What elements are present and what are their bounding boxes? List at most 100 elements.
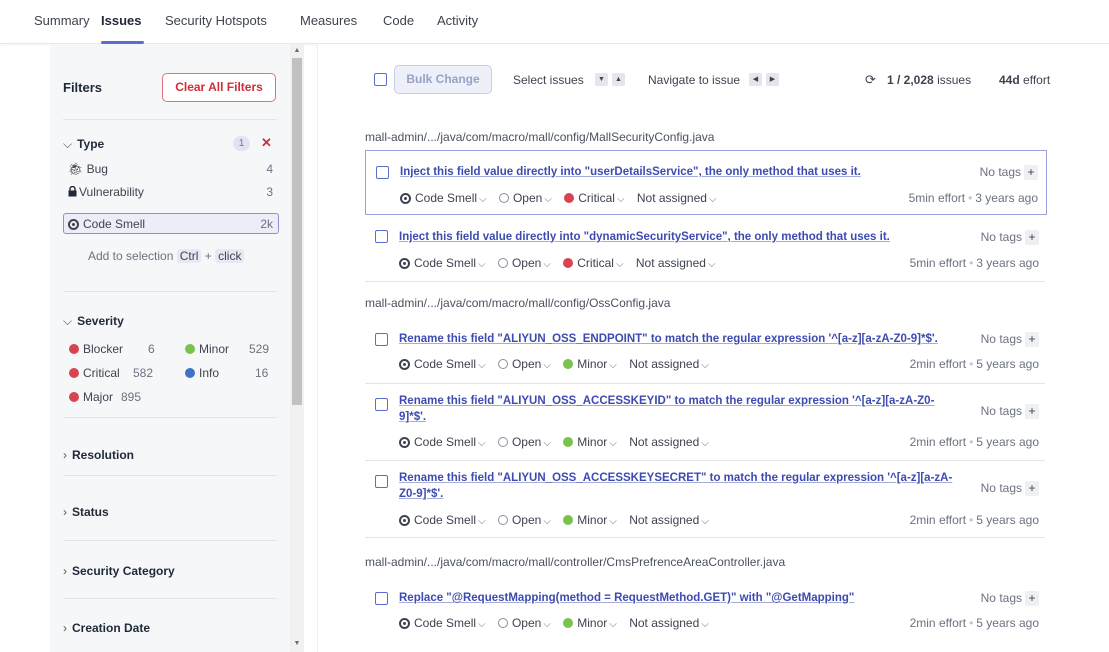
issue-tags[interactable]: No tags + [980, 165, 1038, 180]
select-all-checkbox[interactable] [374, 73, 387, 86]
issue-tags[interactable]: No tags + [981, 332, 1039, 347]
issue-checkbox[interactable] [375, 398, 388, 411]
severity-blocker[interactable]: Blocker 6 [69, 342, 164, 356]
severity-info[interactable]: Info 16 [185, 366, 277, 380]
issue-severity-dropdown[interactable]: Minor ⌵ [563, 513, 617, 527]
add-tag-plus-icon[interactable]: + [1025, 332, 1039, 347]
issue-title-link[interactable]: Rename this field "ALIYUN_OSS_ENDPOINT" … [399, 331, 959, 347]
issue-type-dropdown[interactable]: Code Smell ⌵ [399, 513, 486, 527]
issue-type-dropdown[interactable]: Code Smell ⌵ [399, 357, 486, 371]
issue-status-dropdown[interactable]: Open ⌵ [497, 513, 551, 527]
chevron-down-icon: ⌵ [701, 516, 709, 527]
issue-severity-dropdown[interactable]: Minor ⌵ [563, 357, 617, 371]
select-next-down-icon[interactable]: ▼ [595, 73, 608, 86]
divider [63, 291, 277, 292]
issue-type-dropdown[interactable]: Code Smell ⌵ [400, 191, 487, 205]
facet-security-category-header[interactable]: › Security Category [63, 564, 175, 578]
tab-code[interactable]: Code [383, 13, 414, 28]
issue-checkbox[interactable] [375, 592, 388, 605]
issue-type-dropdown[interactable]: Code Smell ⌵ [399, 616, 486, 630]
issue-item[interactable]: Inject this field value directly into "d… [365, 216, 1047, 282]
facet-creation-date-title: Creation Date [72, 621, 151, 635]
click-key: click [215, 249, 245, 263]
facet-creation-date-header[interactable]: › Creation Date [63, 621, 150, 635]
severity-critical[interactable]: Critical 582 [69, 366, 164, 380]
issue-severity-dropdown[interactable]: Minor ⌵ [563, 616, 617, 630]
issue-status-dropdown[interactable]: Open ⌵ [497, 357, 551, 371]
add-tag-plus-icon[interactable]: + [1024, 165, 1038, 180]
tab-security-hotspots[interactable]: Security Hotspots [165, 13, 267, 28]
add-tag-plus-icon[interactable]: + [1025, 404, 1039, 419]
issue-tags[interactable]: No tags + [981, 591, 1039, 606]
scrollbar-thumb[interactable] [292, 58, 302, 405]
issue-assignee-dropdown[interactable]: Not assigned ⌵ [629, 435, 709, 449]
issue-type: Code Smell [414, 357, 477, 371]
clear-all-filters-button[interactable]: Clear All Filters [162, 73, 276, 102]
issue-status-dropdown[interactable]: Open ⌵ [497, 616, 551, 630]
facet-item-vulnerability[interactable]: Vulnerability 3 [63, 181, 279, 202]
issue-assignee-dropdown[interactable]: Not assigned ⌵ [637, 191, 717, 205]
issue-checkbox[interactable] [375, 230, 388, 243]
issue-status-dropdown[interactable]: Open ⌵ [498, 191, 552, 205]
issue-item[interactable]: Rename this field "ALIYUN_OSS_ENDPOINT" … [365, 318, 1047, 384]
navigate-next-right-icon[interactable]: ▶ [766, 73, 779, 86]
issue-age: 5 years ago [976, 616, 1039, 630]
clear-type-filter-icon[interactable]: ✕ [261, 135, 272, 151]
chevron-down-icon: ⌵ [63, 314, 73, 328]
code-smell-icon [399, 437, 410, 448]
issue-item[interactable]: Replace "@RequestMapping(method = Reques… [365, 577, 1047, 642]
issue-title-link[interactable]: Inject this field value directly into "u… [400, 164, 861, 180]
navigate-prev-left-icon[interactable]: ◀ [749, 73, 762, 86]
facet-type-header[interactable]: ⌵ Type [63, 137, 104, 152]
issue-severity-dropdown[interactable]: Minor ⌵ [563, 435, 617, 449]
issue-meta: Code Smell ⌵ Open ⌵ Minor ⌵ Not assigned ⌵ [399, 357, 718, 371]
issue-tags[interactable]: No tags + [981, 404, 1039, 419]
add-tag-plus-icon[interactable]: + [1025, 591, 1039, 606]
add-tag-plus-icon[interactable]: + [1025, 481, 1039, 496]
issue-checkbox[interactable] [375, 333, 388, 346]
issue-checkbox[interactable] [376, 166, 389, 179]
scroll-down-arrow-icon[interactable]: ▼ [290, 638, 304, 650]
issue-title-link[interactable]: Replace "@RequestMapping(method = Reques… [399, 590, 854, 606]
sidebar-scrollbar[interactable]: ▲ ▼ [290, 44, 304, 652]
issue-title-link[interactable]: Rename this field "ALIYUN_OSS_ACCESSKEYI… [399, 393, 954, 425]
facet-severity-header[interactable]: ⌵ Severity [63, 314, 124, 329]
facet-status-header[interactable]: › Status [63, 505, 109, 519]
issue-item[interactable]: Inject this field value directly into "u… [365, 150, 1047, 215]
issue-checkbox[interactable] [375, 475, 388, 488]
facet-item-bug[interactable]: 🐞︎ Bug 4 [63, 158, 279, 179]
issue-status: Open [511, 616, 542, 630]
add-tag-plus-icon[interactable]: + [1025, 230, 1039, 245]
issue-status-dropdown[interactable]: Open ⌵ [497, 435, 551, 449]
issue-assignee-dropdown[interactable]: Not assigned ⌵ [629, 513, 709, 527]
issue-item[interactable]: Rename this field "ALIYUN_OSS_ACCESSKEYI… [365, 384, 1047, 461]
issue-item[interactable]: Rename this field "ALIYUN_OSS_ACCESSKEYS… [365, 461, 1047, 538]
facet-resolution-header[interactable]: › Resolution [63, 448, 134, 462]
issue-assignee-dropdown[interactable]: Not assigned ⌵ [629, 616, 709, 630]
tab-activity[interactable]: Activity [437, 13, 478, 28]
tab-issues[interactable]: Issues [101, 13, 141, 28]
divider [63, 540, 277, 541]
issue-title-link[interactable]: Rename this field "ALIYUN_OSS_ACCESSKEYS… [399, 470, 959, 502]
severity-major[interactable]: Major 895 [69, 390, 164, 404]
issue-assignee-dropdown[interactable]: Not assigned ⌵ [636, 256, 716, 270]
issue-tags[interactable]: No tags + [981, 481, 1039, 496]
refresh-icon[interactable]: ⟳ [865, 72, 876, 88]
facet-item-code-smell[interactable]: Code Smell 2k [63, 213, 279, 234]
bulk-change-button[interactable]: Bulk Change [394, 65, 492, 94]
issue-assignee-dropdown[interactable]: Not assigned ⌵ [629, 357, 709, 371]
issue-tags[interactable]: No tags + [981, 230, 1039, 245]
select-prev-up-icon[interactable]: ▲ [612, 73, 625, 86]
minor-icon [563, 515, 574, 525]
issue-severity-dropdown[interactable]: Critical ⌵ [564, 191, 625, 205]
tab-summary[interactable]: Summary [34, 13, 90, 28]
issue-title-link[interactable]: Inject this field value directly into "d… [399, 229, 890, 245]
issue-type-dropdown[interactable]: Code Smell ⌵ [399, 256, 486, 270]
issue-status-dropdown[interactable]: Open ⌵ [497, 256, 551, 270]
scroll-up-arrow-icon[interactable]: ▲ [290, 45, 304, 57]
severity-minor[interactable]: Minor 529 [185, 342, 277, 356]
issue-type-dropdown[interactable]: Code Smell ⌵ [399, 435, 486, 449]
effort-label: effort [1023, 73, 1051, 87]
tab-measures[interactable]: Measures [300, 13, 357, 28]
issue-severity-dropdown[interactable]: Critical ⌵ [563, 256, 624, 270]
